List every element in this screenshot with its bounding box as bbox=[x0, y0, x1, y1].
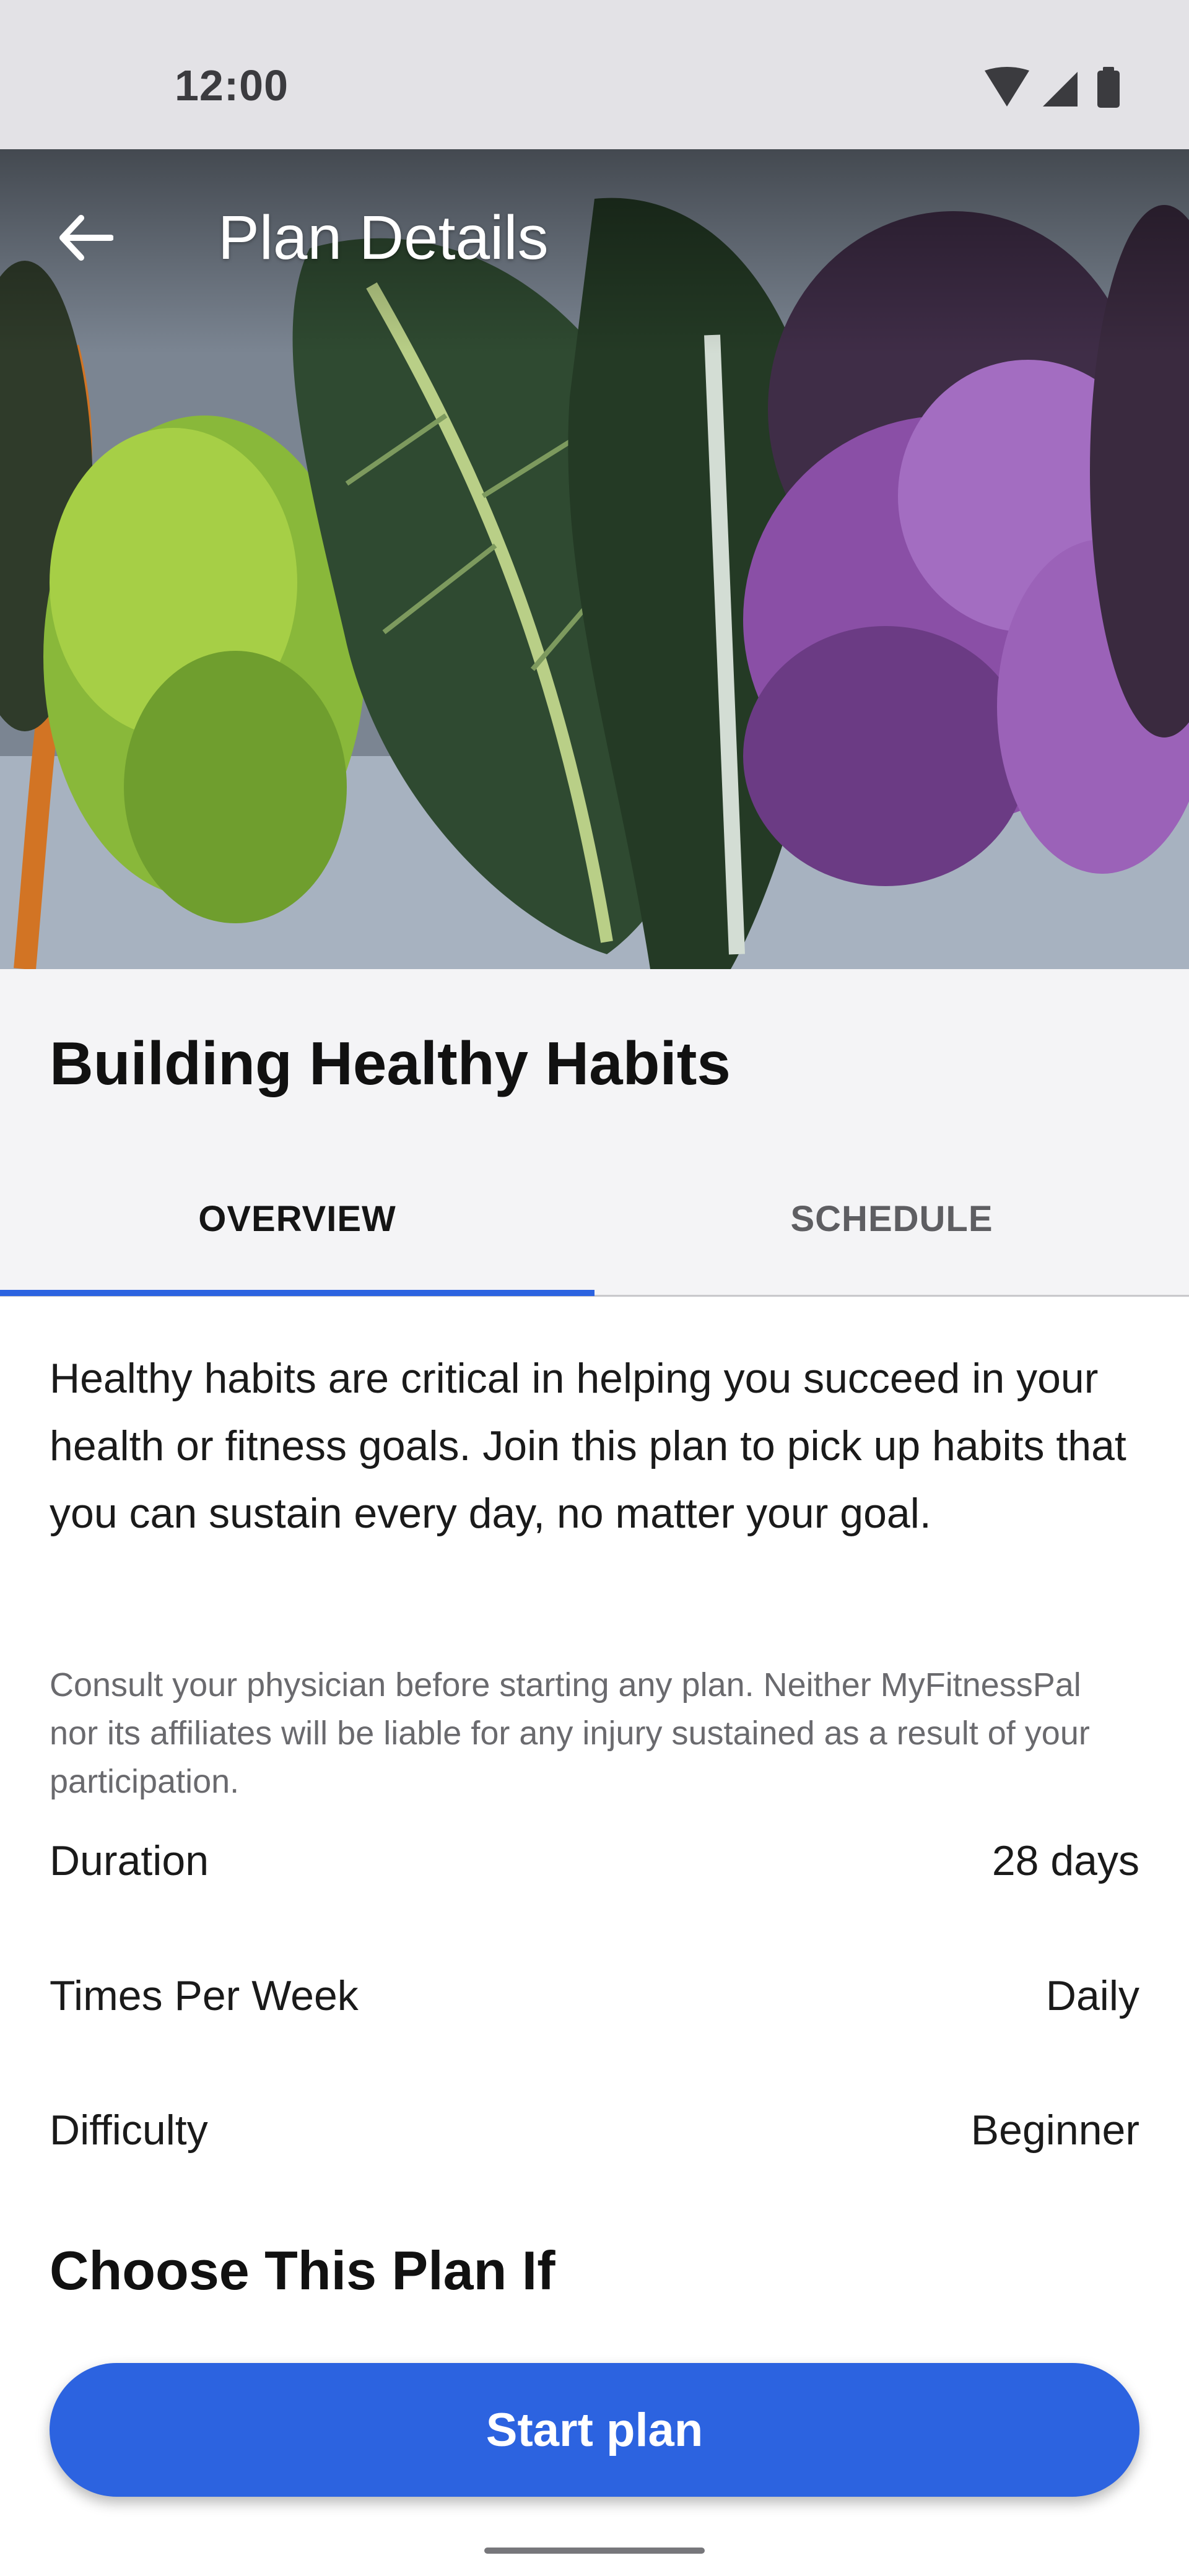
detail-label: Times Per Week bbox=[50, 1972, 359, 2019]
hero-image: Plan Details bbox=[0, 149, 1189, 969]
section-heading: Choose This Plan If bbox=[50, 2240, 555, 2301]
tab-schedule[interactable]: SCHEDULE bbox=[594, 1198, 1189, 1240]
status-bar: 12:00 bbox=[0, 0, 1189, 149]
detail-label: Difficulty bbox=[50, 2107, 208, 2154]
app-bar-title: Plan Details bbox=[218, 203, 549, 272]
detail-row-difficulty: Difficulty Beginner bbox=[50, 2106, 1139, 2168]
signal-icon bbox=[1043, 72, 1078, 107]
back-button[interactable] bbox=[48, 201, 123, 275]
tab-overview[interactable]: OVERVIEW bbox=[0, 1198, 594, 1240]
wifi-icon bbox=[985, 67, 1029, 107]
plan-disclaimer: Consult your physician before starting a… bbox=[50, 1666, 1090, 1800]
detail-label: Duration bbox=[50, 1837, 209, 1884]
start-plan-button[interactable]: Start plan bbox=[50, 2363, 1139, 2497]
detail-value: 28 days bbox=[991, 1837, 1139, 1884]
vegetables-illustration bbox=[0, 149, 1189, 969]
status-time: 12:00 bbox=[175, 61, 289, 110]
detail-value: Daily bbox=[1045, 1972, 1139, 2019]
arrow-back-icon bbox=[59, 215, 113, 261]
detail-value: Beginner bbox=[970, 2107, 1139, 2154]
plan-description: Healthy habits are critical in helping y… bbox=[50, 1355, 1126, 1537]
detail-row-times-per-week: Times Per Week Daily bbox=[50, 1972, 1139, 2034]
tab-selected-indicator bbox=[0, 1290, 594, 1296]
plan-title: Building Healthy Habits bbox=[50, 1029, 731, 1097]
home-indicator[interactable] bbox=[484, 2548, 705, 2554]
plan-header: Building Healthy Habits OVERVIEW SCHEDUL… bbox=[0, 969, 1189, 1297]
detail-row-duration: Duration 28 days bbox=[50, 1837, 1139, 1899]
status-icons bbox=[985, 67, 1133, 111]
battery-icon bbox=[1097, 67, 1120, 108]
